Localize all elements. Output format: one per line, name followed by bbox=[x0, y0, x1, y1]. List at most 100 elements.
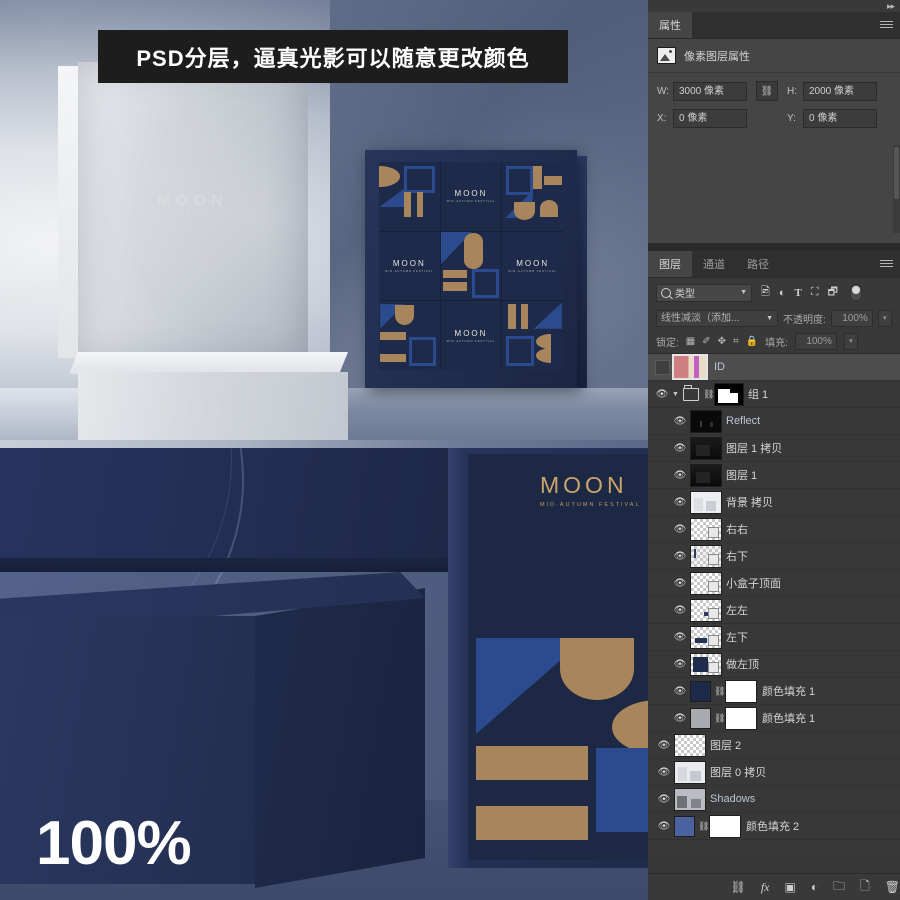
filter-enable-toggle[interactable] bbox=[849, 284, 862, 301]
layer-row[interactable]: 👁 Reflect bbox=[648, 408, 900, 435]
pattern-tile: MOON MID·AUTUMN FESTIVAL bbox=[440, 301, 502, 370]
lock-image-icon[interactable]: ✐ bbox=[702, 336, 710, 347]
visibility-toggle[interactable]: 👁 bbox=[652, 389, 672, 400]
lock-transparent-icon[interactable]: ▦ bbox=[686, 336, 695, 347]
layer-row[interactable]: 👁 做左顶 bbox=[648, 651, 900, 678]
layer-name: 图层 0 拷贝 bbox=[710, 767, 767, 779]
layer-row[interactable]: 👁 右右 bbox=[648, 516, 900, 543]
visibility-toggle[interactable]: 👁 bbox=[654, 740, 674, 751]
solid-color-swatch[interactable] bbox=[690, 707, 711, 729]
layer-row[interactable]: 👁 左下 bbox=[648, 624, 900, 651]
layer-row-fill[interactable]: 👁 ⛓ 颜色填充 1 bbox=[648, 705, 900, 732]
pixel-filter-icon[interactable]: 🖻 bbox=[761, 283, 770, 302]
layer-row[interactable]: 👁 右下 bbox=[648, 543, 900, 570]
layer-name: 做左顶 bbox=[726, 659, 759, 671]
new-layer-icon[interactable]: 🗋 bbox=[860, 877, 870, 898]
x-input[interactable]: 0 像素 bbox=[673, 108, 747, 128]
visibility-toggle[interactable]: 👁 bbox=[670, 443, 690, 454]
fill-stepper[interactable]: ▾ bbox=[843, 333, 858, 350]
filter-kind-select[interactable]: 类型 ▼ bbox=[656, 283, 752, 302]
tile-logo: MOON MID·AUTUMN FESTIVAL bbox=[385, 258, 434, 273]
layer-row[interactable]: 👁 图层 1 拷贝 bbox=[648, 435, 900, 462]
visibility-toggle[interactable]: 👁 bbox=[670, 713, 690, 724]
lock-position-icon[interactable]: ✥ bbox=[718, 336, 726, 347]
fill-value[interactable]: 100% bbox=[794, 333, 837, 350]
visibility-toggle[interactable]: 👁 bbox=[670, 497, 690, 508]
tab-layers[interactable]: 图层 bbox=[648, 251, 692, 277]
shape-filter-icon[interactable]: ⛶ bbox=[811, 286, 819, 299]
fx-icon[interactable]: fx bbox=[761, 880, 770, 895]
layers-tab-bar: 图层 通道 路径 bbox=[648, 251, 900, 278]
layer-mask-thumbnail[interactable] bbox=[709, 814, 741, 838]
layer-row-group[interactable]: 👁 ▼ ⛓ 组 1 bbox=[648, 381, 900, 408]
layer-row[interactable]: 👁 左左 bbox=[648, 597, 900, 624]
y-input[interactable]: 0 像素 bbox=[803, 108, 877, 128]
new-group-icon[interactable]: 🗀 bbox=[833, 877, 845, 898]
visibility-toggle[interactable]: 👁 bbox=[670, 416, 690, 427]
opacity-stepper[interactable]: ▾ bbox=[877, 310, 892, 327]
visibility-toggle[interactable]: 👁 bbox=[670, 605, 690, 616]
lock-artboard-icon[interactable]: ⌗ bbox=[733, 336, 739, 347]
layer-mask-thumbnail[interactable] bbox=[725, 706, 757, 730]
adjustment-layer-icon[interactable]: ◐ bbox=[811, 880, 818, 894]
layer-row[interactable]: 👁 背景 拷贝 bbox=[648, 489, 900, 516]
layer-row-fill[interactable]: 👁 ⛓ 颜色填充 2 bbox=[648, 813, 900, 840]
visibility-toggle[interactable]: 👁 bbox=[654, 794, 674, 805]
layer-thumbnail bbox=[690, 571, 722, 595]
layer-thumbnail bbox=[674, 787, 706, 811]
visibility-toggle[interactable]: 👁 bbox=[670, 524, 690, 535]
dock-top-bar: ▸▸ bbox=[648, 0, 900, 12]
height-input[interactable]: 2000 像素 bbox=[803, 81, 877, 101]
white-box-logo: MOON MID·AUTUMN FESTIVAL bbox=[78, 192, 308, 217]
visibility-toggle[interactable]: 👁 bbox=[654, 821, 674, 832]
layer-name: 颜色填充 1 bbox=[762, 713, 816, 725]
solid-color-swatch[interactable] bbox=[674, 815, 695, 837]
layer-row[interactable]: 👁 图层 2 bbox=[648, 732, 900, 759]
layer-name: Reflect bbox=[726, 415, 761, 427]
collapse-panels-icon[interactable]: ▸▸ bbox=[887, 2, 895, 11]
layer-row[interactable]: 👁 小盒子顶面 bbox=[648, 570, 900, 597]
visibility-toggle[interactable]: 👁 bbox=[670, 551, 690, 562]
solid-color-swatch[interactable] bbox=[690, 680, 711, 702]
visibility-toggle[interactable]: 👁 bbox=[670, 470, 690, 481]
blend-mode-row: 线性减淡（添加... ▼ 不透明度: 100% ▾ bbox=[648, 307, 900, 330]
visibility-toggle[interactable]: 👁 bbox=[654, 767, 674, 778]
promo-banner-text: PSD分层，逼真光影可以随意更改颜色 bbox=[136, 45, 530, 71]
layer-mask-thumbnail[interactable] bbox=[714, 382, 744, 406]
layer-name: 图层 1 拷贝 bbox=[726, 443, 783, 455]
visibility-toggle[interactable]: 👁 bbox=[670, 632, 690, 643]
add-mask-icon[interactable]: ▣ bbox=[785, 880, 796, 894]
link-layers-icon[interactable]: ⛓ bbox=[731, 880, 746, 894]
link-icon[interactable]: ⛓ bbox=[698, 821, 709, 832]
panel-menu-icon[interactable] bbox=[880, 19, 893, 30]
type-filter-icon[interactable]: T bbox=[795, 287, 802, 299]
layer-row-id[interactable]: ID bbox=[648, 354, 900, 381]
delete-layer-icon[interactable]: 🗑 bbox=[885, 880, 900, 894]
tab-properties[interactable]: 属性 bbox=[648, 12, 692, 38]
link-icon[interactable]: ⛓ bbox=[714, 686, 725, 697]
width-input[interactable]: 3000 像素 bbox=[673, 81, 747, 101]
layer-row-fill[interactable]: 👁 ⛓ 颜色填充 1 bbox=[648, 678, 900, 705]
layer-row[interactable]: 👁 Shadows bbox=[648, 786, 900, 813]
visibility-toggle[interactable] bbox=[652, 359, 672, 375]
properties-scrollbar[interactable] bbox=[893, 145, 900, 233]
chevron-down-icon[interactable]: ▼ bbox=[672, 391, 683, 398]
visibility-toggle[interactable]: 👁 bbox=[670, 659, 690, 670]
smart-object-filter-icon[interactable]: 🗗 bbox=[828, 283, 838, 302]
tab-channels[interactable]: 通道 bbox=[692, 251, 736, 277]
adjustment-filter-icon[interactable]: ◐ bbox=[779, 287, 786, 299]
visibility-toggle[interactable]: 👁 bbox=[670, 686, 690, 697]
visibility-toggle[interactable]: 👁 bbox=[670, 578, 690, 589]
layer-name: 左下 bbox=[726, 632, 748, 644]
link-icon[interactable]: ⛓ bbox=[703, 389, 714, 400]
layers-panel-menu-icon[interactable] bbox=[880, 258, 893, 269]
layer-row[interactable]: 👁 图层 1 bbox=[648, 462, 900, 489]
layer-row[interactable]: 👁 图层 0 拷贝 bbox=[648, 759, 900, 786]
link-icon[interactable]: ⛓ bbox=[714, 713, 725, 724]
opacity-value[interactable]: 100% bbox=[830, 310, 873, 327]
lock-all-icon[interactable]: 🔒 bbox=[746, 336, 758, 347]
chain-link-icon[interactable]: ⛓ bbox=[756, 81, 778, 101]
layer-mask-thumbnail[interactable] bbox=[725, 679, 757, 703]
tab-paths[interactable]: 路径 bbox=[736, 251, 780, 277]
blend-mode-select[interactable]: 线性减淡（添加... ▼ bbox=[656, 310, 778, 327]
